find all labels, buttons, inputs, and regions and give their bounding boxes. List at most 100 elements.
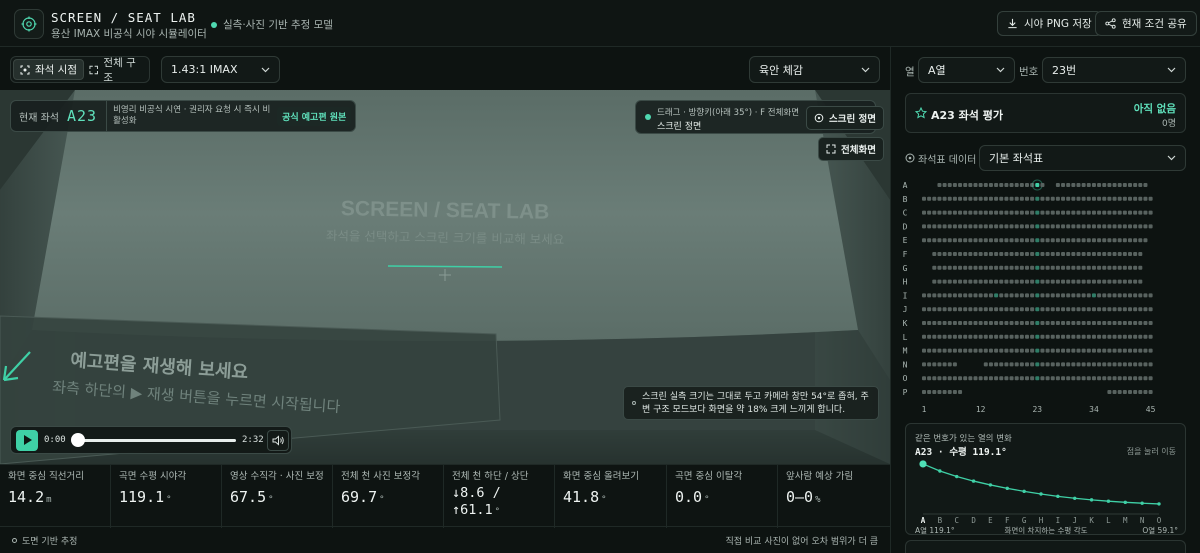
seat[interactable] — [1014, 183, 1019, 187]
seat[interactable] — [994, 348, 999, 353]
seat[interactable] — [1035, 265, 1040, 270]
seat[interactable] — [1009, 376, 1014, 381]
seat[interactable] — [1050, 252, 1055, 256]
seat[interactable] — [1133, 321, 1138, 325]
seat[interactable] — [1081, 321, 1086, 325]
seat[interactable] — [1019, 321, 1024, 325]
seat[interactable] — [1030, 265, 1035, 270]
seat[interactable] — [927, 334, 932, 339]
seat[interactable] — [937, 376, 942, 381]
data-point[interactable] — [1056, 494, 1060, 499]
seat[interactable] — [947, 334, 952, 339]
seat[interactable] — [1025, 348, 1029, 353]
seat[interactable] — [932, 196, 937, 201]
seat[interactable] — [1035, 334, 1040, 339]
seat[interactable] — [1061, 224, 1066, 229]
seat[interactable] — [1122, 307, 1127, 312]
seat[interactable] — [968, 348, 973, 353]
seat[interactable] — [1071, 265, 1076, 270]
seat[interactable] — [973, 252, 978, 256]
seat[interactable] — [927, 210, 932, 215]
seat[interactable] — [1143, 376, 1148, 381]
seat[interactable] — [973, 293, 978, 298]
seat[interactable] — [1045, 238, 1050, 243]
seat[interactable] — [1112, 224, 1117, 229]
seat[interactable] — [1102, 362, 1107, 367]
seat[interactable] — [968, 307, 973, 312]
seat[interactable] — [1112, 321, 1117, 325]
seat[interactable] — [1050, 348, 1055, 353]
seat[interactable] — [994, 362, 999, 367]
seat[interactable] — [1117, 210, 1122, 215]
seat[interactable] — [1122, 321, 1127, 325]
seat[interactable] — [973, 376, 978, 381]
seat[interactable] — [922, 238, 926, 243]
seat[interactable] — [1086, 183, 1091, 187]
seat[interactable] — [952, 224, 957, 229]
seat[interactable] — [988, 224, 993, 229]
seat[interactable] — [1045, 334, 1050, 339]
seat[interactable] — [1117, 390, 1122, 394]
seat[interactable] — [1009, 293, 1014, 298]
seat[interactable] — [937, 321, 942, 325]
seat[interactable] — [952, 334, 957, 339]
seat[interactable] — [1097, 307, 1102, 312]
seat[interactable] — [1030, 224, 1035, 229]
data-point[interactable] — [971, 479, 976, 483]
seat[interactable] — [1030, 348, 1035, 353]
seat[interactable] — [1045, 293, 1050, 298]
seat[interactable] — [1061, 252, 1066, 256]
seat[interactable] — [994, 252, 999, 256]
seat[interactable] — [1009, 196, 1014, 201]
seat[interactable] — [1045, 196, 1050, 201]
seat[interactable] — [952, 293, 957, 298]
seat[interactable] — [1138, 224, 1143, 229]
seat[interactable] — [1091, 183, 1096, 187]
seat[interactable] — [1102, 376, 1107, 381]
seat[interactable] — [1009, 183, 1014, 187]
seat[interactable] — [1050, 334, 1055, 339]
seat-map[interactable]: ABCDEFGHIJKLMNOP 1 12 23 34 45 — [895, 175, 1195, 417]
seat[interactable] — [1019, 362, 1024, 367]
seat[interactable] — [922, 348, 926, 353]
seat[interactable] — [1097, 265, 1102, 270]
seat[interactable] — [1035, 348, 1040, 353]
seat[interactable] — [958, 224, 963, 229]
seat[interactable] — [1097, 279, 1102, 284]
seat[interactable] — [1133, 265, 1138, 270]
seat[interactable] — [994, 307, 999, 312]
seat[interactable] — [1112, 196, 1117, 201]
seat[interactable] — [1045, 307, 1050, 312]
seat[interactable] — [1122, 348, 1127, 353]
seat[interactable] — [988, 362, 993, 367]
row-change-chart[interactable]: A B C D E F G H I J K L M N O A열 119.1° 화면이 차지하는 수평 각도 O열… — [906, 454, 1187, 536]
seat[interactable] — [1019, 334, 1024, 339]
seat[interactable] — [1025, 376, 1029, 381]
seat[interactable] — [1122, 224, 1127, 229]
seat[interactable] — [1117, 252, 1122, 256]
seat[interactable] — [932, 307, 937, 312]
seat[interactable] — [994, 183, 999, 187]
seat[interactable] — [1133, 238, 1138, 243]
seat[interactable] — [1066, 279, 1071, 284]
seat[interactable] — [1004, 321, 1009, 325]
seat[interactable] — [1025, 321, 1029, 325]
official-trailer-link[interactable]: 공식 예고편 원본 — [277, 106, 352, 126]
seat[interactable] — [932, 376, 937, 381]
seat[interactable] — [963, 334, 968, 339]
seat[interactable] — [1019, 293, 1024, 298]
seat[interactable] — [1148, 390, 1153, 394]
seat[interactable] — [932, 362, 937, 367]
seat[interactable] — [922, 362, 926, 367]
seat[interactable] — [932, 265, 937, 270]
seat[interactable] — [1004, 307, 1009, 312]
seat[interactable] — [1055, 252, 1060, 256]
seat[interactable] — [1061, 348, 1066, 353]
seat[interactable] — [994, 238, 999, 243]
seat[interactable] — [1133, 183, 1138, 187]
seat[interactable] — [1128, 390, 1132, 394]
seat[interactable] — [1133, 252, 1138, 256]
seat[interactable] — [1045, 252, 1050, 256]
seat[interactable] — [942, 183, 947, 187]
seat[interactable] — [978, 183, 983, 187]
